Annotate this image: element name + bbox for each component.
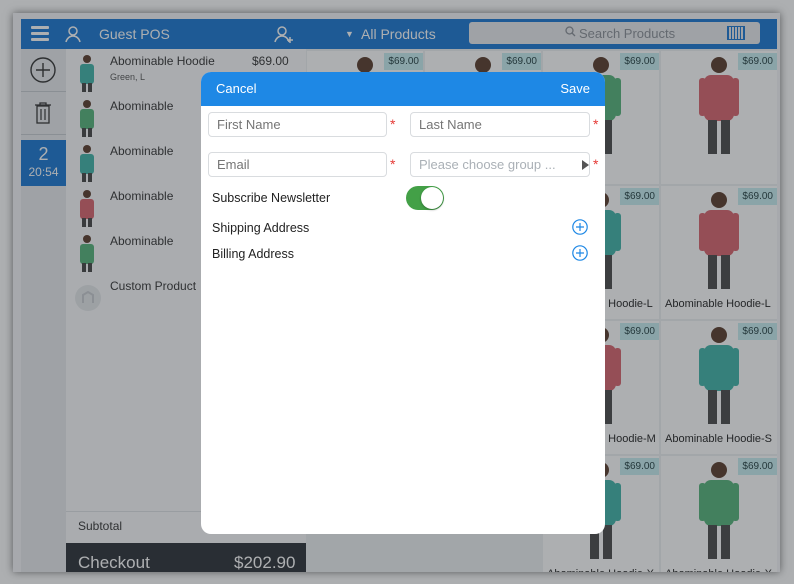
required-marker: * — [390, 156, 396, 172]
add-shipping-address-icon[interactable] — [572, 219, 588, 235]
add-billing-address-icon[interactable] — [572, 245, 588, 261]
cancel-button[interactable]: Cancel — [216, 81, 256, 96]
group-placeholder: Please choose group ... — [419, 157, 556, 172]
required-marker: * — [390, 116, 396, 132]
subscribe-label: Subscribe Newsletter — [212, 191, 331, 205]
first-name-field[interactable] — [208, 112, 387, 137]
add-customer-dialog: Cancel Save * * * Please choose group ..… — [201, 72, 605, 534]
shipping-address-label: Shipping Address — [212, 221, 310, 235]
required-marker: * — [593, 156, 599, 172]
required-marker: * — [593, 116, 599, 132]
customer-group-select[interactable]: Please choose group ... — [410, 152, 590, 177]
email-field[interactable] — [208, 152, 387, 177]
subscribe-toggle[interactable] — [406, 186, 444, 210]
caret-right-icon — [582, 160, 589, 170]
toggle-knob — [421, 187, 443, 209]
save-button[interactable]: Save — [560, 81, 590, 96]
billing-address-label: Billing Address — [212, 247, 294, 261]
dialog-header: Cancel Save — [201, 72, 605, 106]
last-name-field[interactable] — [410, 112, 590, 137]
